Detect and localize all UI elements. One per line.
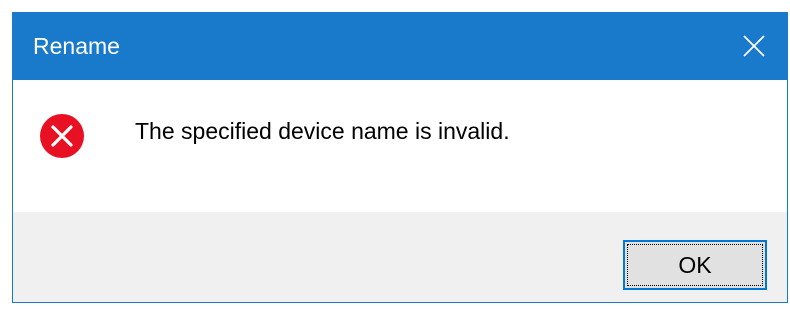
dialog-content: The specified device name is invalid. bbox=[13, 80, 787, 212]
button-bar: OK bbox=[13, 212, 787, 302]
ok-button[interactable]: OK bbox=[623, 240, 767, 290]
window-title: Rename bbox=[33, 33, 120, 59]
error-icon bbox=[40, 114, 84, 158]
error-message: The specified device name is invalid. bbox=[135, 118, 510, 144]
title-bar[interactable]: Rename bbox=[13, 12, 787, 80]
rename-error-dialog: Rename The specified device name is inva… bbox=[12, 12, 788, 303]
close-button[interactable] bbox=[721, 12, 787, 80]
ok-button-label: OK bbox=[627, 244, 763, 286]
close-icon bbox=[743, 35, 765, 57]
